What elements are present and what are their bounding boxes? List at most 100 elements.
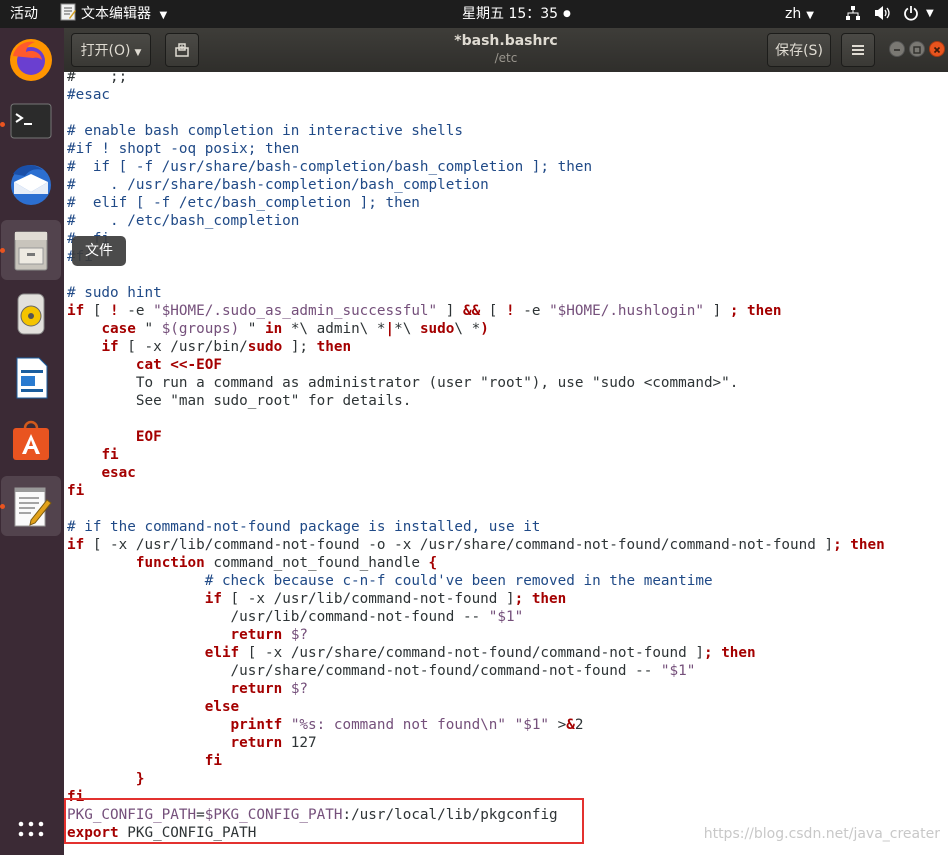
app-name: 文本编辑器 — [81, 6, 151, 22]
code-token: { — [428, 555, 438, 571]
code-token: ) — [480, 321, 489, 337]
rhythmbox-launcher[interactable] — [1, 284, 61, 344]
code-line: /usr/lib/command-not-found -- "$1" — [67, 608, 885, 626]
thunderbird-launcher[interactable] — [1, 154, 61, 214]
code-token: See "man sudo_root" for details. — [67, 393, 412, 409]
code-token: ; then — [833, 537, 885, 553]
code-line: if [ ! -e "$HOME/.sudo_as_admin_successf… — [67, 302, 885, 320]
code-token: fi — [67, 483, 85, 499]
code-token: /usr/lib/command-not-found -- — [67, 609, 489, 625]
code-token: 2 — [574, 717, 584, 733]
code-line: # sudo hint — [67, 284, 885, 302]
chevron-down-icon: ▼ — [159, 10, 168, 21]
code-token: "$HOME/.hushlogin" — [549, 303, 704, 319]
code-line: See "man sudo_root" for details. — [67, 392, 885, 410]
code-line: printf "%s: command not found\n" "$1" >&… — [67, 716, 885, 734]
code-token: if — [204, 591, 222, 607]
code-token: $? — [290, 681, 309, 697]
code-token: > — [549, 717, 567, 733]
network-icon[interactable] — [845, 0, 861, 28]
watermark: https://blog.csdn.net/java_creater — [703, 826, 940, 842]
code-token: -e — [514, 303, 550, 319]
code-line: if [ -x /usr/lib/command-not-found -o -x… — [67, 536, 885, 554]
editor-text-area[interactable]: # ;;#esac​# enable bash completion in in… — [64, 72, 948, 855]
code-line: ​ — [67, 500, 885, 518]
code-token: # if the command-not-found package is in… — [67, 519, 541, 535]
code-token: ; then — [514, 591, 567, 607]
code-token: " — [135, 321, 162, 337]
code-token: ! — [506, 303, 515, 319]
code-token: return — [230, 627, 283, 643]
code-line: return 127 — [67, 734, 885, 752]
dock — [0, 28, 64, 855]
text-editor-icon — [14, 487, 52, 527]
code-line: if [ -x /usr/bin/sudo ]; then — [67, 338, 885, 356]
terminal-launcher[interactable] — [1, 92, 61, 152]
code-token: case — [101, 321, 136, 337]
code-token: $? — [290, 627, 309, 643]
input-method-label: zh — [785, 6, 802, 22]
code-token: "$1" — [660, 663, 696, 679]
notification-dot-icon: ● — [563, 9, 571, 19]
code-line: # if the command-not-found package is in… — [67, 518, 885, 536]
code-token: [ -x /usr/lib/command-not-found -o -x /u… — [84, 537, 834, 553]
close-icon — [933, 46, 941, 54]
activities-button[interactable]: 活动 — [10, 0, 38, 28]
ubuntu-software-icon — [13, 420, 49, 460]
minimize-icon — [894, 49, 900, 51]
power-icon[interactable] — [903, 0, 919, 28]
firefox-launcher[interactable] — [1, 30, 61, 90]
minimize-button[interactable] — [889, 41, 905, 57]
menu-button[interactable] — [841, 33, 875, 67]
code-line: # ;; — [67, 72, 885, 86]
code-token: \ * — [454, 321, 481, 337]
code-token: printf — [230, 717, 283, 733]
close-button[interactable] — [929, 41, 945, 57]
save-button[interactable]: 保存(S) — [767, 33, 831, 67]
code-token: return — [230, 735, 283, 751]
code-line: ​ — [67, 266, 885, 284]
input-method-menu[interactable]: zh ▼ — [785, 0, 814, 28]
top-bar: 活动 文本编辑器 ▼ 星期五 15：35 ● zh ▼ ▼ — [0, 0, 948, 28]
code-token: *\ — [394, 321, 420, 337]
code-token: esac — [101, 465, 136, 481]
code-token: ; then — [703, 645, 756, 661]
code-line: To run a command as administrator (user … — [67, 374, 885, 392]
code-token: # sudo hint — [67, 285, 162, 301]
text-editor-small-icon — [60, 3, 76, 21]
clock[interactable]: 星期五 15：35 — [462, 0, 558, 28]
code-token: function — [135, 555, 205, 571]
code-line: #if ! shopt -oq posix; then — [67, 140, 885, 158]
chevron-down-icon[interactable]: ▼ — [926, 0, 934, 28]
running-indicator — [0, 248, 5, 253]
running-indicator — [0, 504, 5, 509]
app-menu[interactable]: 文本编辑器 ▼ — [60, 0, 167, 28]
show-applications-button[interactable] — [1, 810, 61, 850]
code-token: in — [265, 321, 283, 337]
writer-launcher[interactable] — [1, 348, 61, 408]
code-token: ]; — [282, 339, 317, 355]
maximize-icon — [913, 46, 921, 54]
code-line: return $? — [67, 626, 885, 644]
volume-icon[interactable] — [874, 0, 892, 28]
rhythmbox-icon — [17, 293, 45, 335]
software-launcher[interactable] — [1, 412, 61, 472]
code-token: /usr/share/command-not-found/command-not… — [67, 663, 661, 679]
code-token: if — [101, 339, 119, 355]
text-editor-launcher[interactable] — [1, 476, 61, 536]
maximize-button[interactable] — [909, 41, 925, 57]
code-line: cat <<-EOF — [67, 356, 885, 374]
code-line: return $? — [67, 680, 885, 698]
code-token: | — [385, 321, 395, 337]
code-token: sudo — [247, 339, 283, 355]
files-launcher[interactable] — [1, 220, 61, 280]
